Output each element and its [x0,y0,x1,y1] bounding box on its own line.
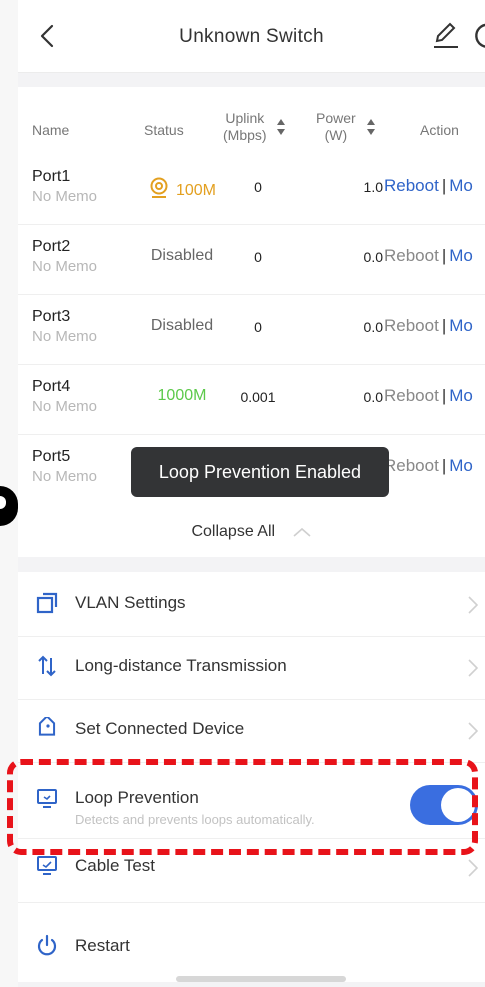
sort-arrows-icon[interactable] [276,116,286,138]
port-name: Port5 [32,448,71,465]
port-actions: Reboot | Mo [384,316,473,336]
port-actions: Reboot | Mo [384,176,473,196]
monitor-icon [37,789,57,808]
reboot-button[interactable]: Reboot [384,176,439,195]
edit-pencil-icon[interactable] [431,19,461,51]
port-status: Disabled [150,317,214,334]
port-status: 100M [126,177,238,200]
chevron-right-icon [468,722,479,740]
port-name: Port2 [32,238,71,255]
toast-message: Loop Prevention Enabled [131,447,389,497]
menu-label: Long-distance Transmission [75,656,287,675]
reboot-button[interactable]: Reboot [384,246,439,265]
menu-label: Cable Test [75,856,156,875]
power-icon [37,934,57,956]
chevron-right-icon [468,859,479,877]
port-status: 1000M [157,387,207,404]
port-name: Port4 [32,378,71,395]
cable-test-icon [37,856,57,875]
port-actions: Reboot | Mo [384,456,473,476]
menu-label: Restart [75,936,130,955]
action-separator: | [441,456,447,475]
toggle-knob [441,788,475,822]
port-uplink: 0 [254,319,262,335]
collapse-all-label: Collapse All [191,523,276,540]
loop-prevention-toggle[interactable] [410,785,478,825]
refresh-icon[interactable] [470,19,485,51]
port-power: 0.0 [363,389,383,405]
port-row-3[interactable]: Port3 No Memo Disabled 0 0.0 Reboot | Mo [18,294,485,365]
port-uplink: 0 [254,249,262,265]
menu-item-long-distance-transmission[interactable]: Long-distance Transmission [18,635,485,700]
column-header-uplink[interactable]: Uplink (Mbps) [223,110,286,144]
more-button[interactable]: Mo [449,316,473,335]
chevron-right-icon [468,596,479,614]
menu-label: VLAN Settings [75,593,186,612]
reboot-button[interactable]: Reboot [384,316,439,335]
port-memo: No Memo [32,468,98,485]
port-status-text: 100M [175,182,217,199]
more-button[interactable]: Mo [449,176,473,195]
chevron-right-icon [468,659,479,677]
port-uplink: 0.001 [240,389,276,405]
port-name: Port3 [32,308,71,325]
menu-description: Detects and prevents loops automatically… [75,812,315,827]
port-actions: Reboot | Mo [384,246,473,266]
menu-item-loop-prevention: Loop Prevention Detects and prevents loo… [18,772,485,839]
transfer-arrows-icon [38,655,56,677]
action-separator: | [441,316,447,335]
port-row-4[interactable]: Port4 No Memo 1000M 0.001 0.0 Reboot | Mo [18,364,485,435]
port-memo: No Memo [32,188,98,205]
port-row-2[interactable]: Port2 No Memo Disabled 0 0.0 Reboot | Mo [18,224,485,295]
page-title: Unknown Switch [179,26,324,47]
more-button[interactable]: Mo [449,246,473,265]
power-label-line1: Power [316,110,356,126]
menu-item-vlan-settings[interactable]: VLAN Settings [18,572,485,637]
uplink-label-line1: Uplink [225,110,265,126]
sort-arrows-icon[interactable] [366,116,376,138]
port-memo: No Memo [32,328,98,345]
power-label-line2: (W) [324,127,348,143]
menu-label: Set Connected Device [75,719,245,738]
home-indicator [176,976,346,982]
column-header-action: Action [420,122,459,138]
more-button[interactable]: Mo [449,456,473,475]
vlan-icon [36,592,58,614]
port-status: Disabled [150,247,214,264]
top-bar: Unknown Switch [18,0,485,73]
port-row-1[interactable]: Port1 No Memo 100M 0 1.0 Reboot | Mo [18,154,485,225]
uplink-label-line2: (Mbps) [223,127,267,143]
action-separator: | [441,386,447,405]
column-header-power[interactable]: Power (W) [316,110,376,144]
port-power: 0.0 [363,319,383,335]
port-power: 1.0 [363,179,383,195]
action-separator: | [441,246,447,265]
port-actions: Reboot | Mo [384,386,473,406]
tag-icon [38,717,56,736]
collapse-all-button[interactable]: Collapse All [18,509,485,555]
chevron-up-icon [293,527,311,537]
column-header-status: Status [144,122,184,138]
column-header-name: Name [32,122,70,138]
port-power: 0.0 [363,249,383,265]
menu-item-cable-test[interactable]: Cable Test [18,838,485,903]
menu-label: Loop Prevention [75,788,199,807]
menu-item-restart[interactable]: Restart [18,916,485,980]
more-button[interactable]: Mo [449,386,473,405]
settings-menu: VLAN Settings Long-distance Transmission… [18,572,485,982]
port-uplink: 0 [254,179,262,195]
menu-item-set-connected-device[interactable]: Set Connected Device [18,698,485,763]
port-name: Port1 [32,168,71,185]
port-memo: No Memo [32,258,98,275]
camera-icon [150,177,168,198]
port-memo: No Memo [32,398,98,415]
reboot-button[interactable]: Reboot [384,386,439,405]
reboot-button[interactable]: Reboot [384,456,439,475]
action-separator: | [441,176,447,195]
